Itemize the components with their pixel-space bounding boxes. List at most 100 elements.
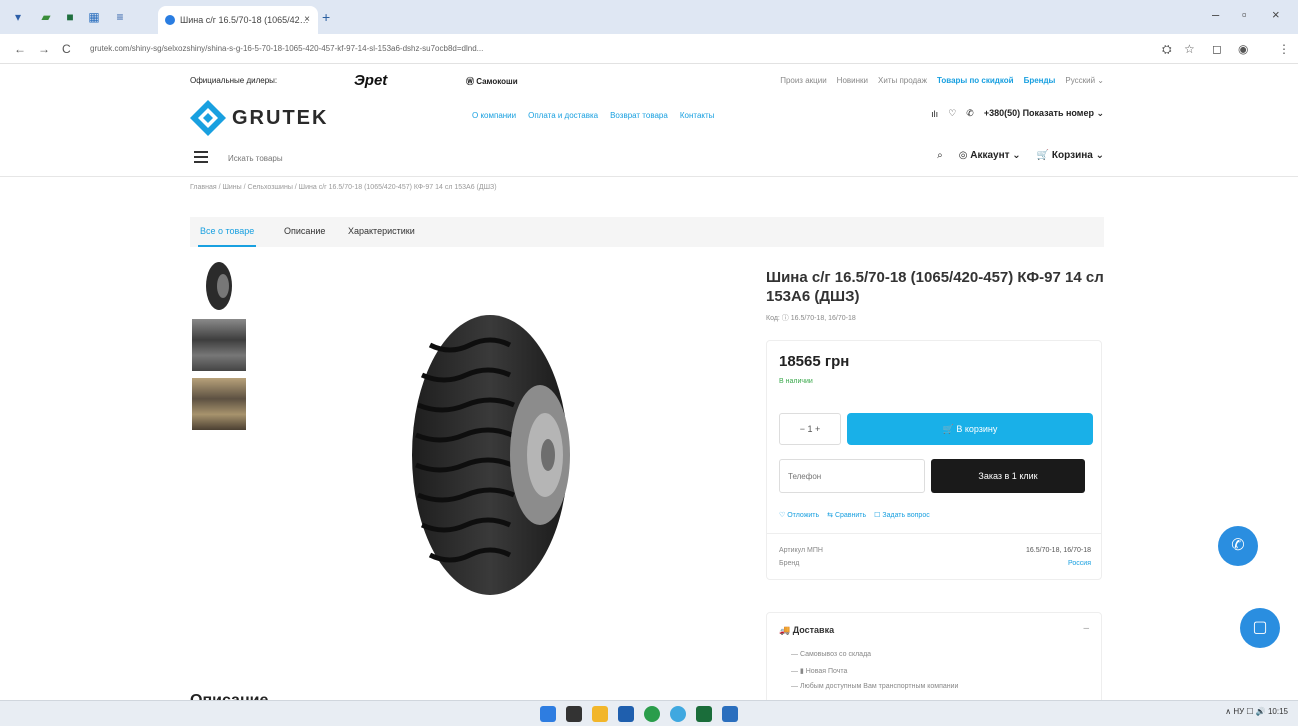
app-icon[interactable] — [696, 706, 712, 722]
app-icon[interactable] — [722, 706, 738, 722]
app-icon[interactable] — [618, 706, 634, 722]
minimize-icon[interactable]: – — [1212, 7, 1219, 22]
chat-fab-icon[interactable]: ▢ — [1240, 608, 1280, 648]
cart-label: Корзина ⌄ — [1051, 150, 1104, 161]
wishlist-icon[interactable]: ♡ — [948, 108, 956, 119]
extensions-icon[interactable]: ◻ — [1212, 42, 1222, 56]
search-row-actions: ⌕ ◎ Аккаунт ⌄ 🛒 Корзина ⌄ — [937, 150, 1104, 161]
call-fab-icon[interactable]: ✆ — [1218, 526, 1258, 566]
stock-status: В наличии — [779, 378, 813, 385]
url-field[interactable]: grutek.com/shiny-sg/selxozshiny/shina-s-… — [90, 39, 850, 59]
menu-item-contacts[interactable]: Контакты — [680, 111, 715, 120]
delivery-panel: 🚚 Доставка – — Самовывоз со склада — ▮ Н… — [766, 612, 1102, 712]
brand-link[interactable]: Россия — [1068, 560, 1091, 567]
collapse-icon[interactable]: – — [1083, 623, 1089, 634]
menu-item-about[interactable]: О компании — [472, 111, 516, 120]
search-taskbar-icon[interactable] — [566, 706, 582, 722]
app-icon[interactable]: ▦ — [86, 9, 102, 25]
quantity-stepper[interactable]: − 1 + — [779, 413, 841, 445]
gallery-thumbnail[interactable] — [192, 260, 246, 312]
menu-item-payment[interactable]: Оплата и доставка — [528, 111, 598, 120]
top-link[interactable]: Произ акции — [780, 76, 826, 85]
start-icon[interactable] — [540, 706, 556, 722]
product-tabs: Все о товаре Описание Характеристики — [190, 217, 1104, 247]
top-link-sale[interactable]: Товары по скидкой — [937, 76, 1014, 85]
top-link[interactable]: Новинки — [837, 76, 868, 85]
add-to-cart-button[interactable]: 🛒 В корзину — [847, 413, 1093, 445]
favicon-icon — [165, 15, 175, 25]
divider — [767, 533, 1101, 534]
bookmark-star-icon[interactable]: ☆ — [1184, 42, 1195, 56]
app-icon[interactable]: ■ — [62, 9, 78, 25]
tab-search-icon[interactable]: ≡ — [112, 9, 128, 25]
attr-value: 16.5/70-18, 16/70-18 — [1026, 547, 1091, 554]
attr-label: Бренд — [779, 560, 800, 567]
top-links: Произ акции Новинки Хиты продаж Товары п… — [780, 76, 1104, 85]
delivery-item: — ▮ Новая Почта — [791, 668, 848, 675]
gallery-thumbnail[interactable] — [192, 378, 246, 430]
tab-description[interactable]: Описание — [284, 226, 325, 236]
grutek-logo-icon[interactable] — [190, 100, 226, 136]
profile-icon[interactable]: ◉ — [1238, 42, 1248, 56]
menu-item-returns[interactable]: Возврат товара — [610, 111, 668, 120]
gallery-thumbnail[interactable] — [192, 319, 246, 371]
delivery-item: — Самовывоз со склада — [791, 651, 872, 658]
app-icon[interactable] — [670, 706, 686, 722]
restore-icon[interactable]: ▫ — [1242, 7, 1247, 22]
top-link[interactable]: Хиты продаж — [878, 76, 927, 85]
cart-icon: 🛒 — [942, 424, 957, 434]
system-tray[interactable]: ∧ НУ ☐ 🔊 10:15 — [1225, 707, 1288, 716]
dealer-logo[interactable]: Эpet — [354, 72, 387, 89]
show-phone-button[interactable]: +380(50) Показать номер ⌄ — [984, 108, 1104, 119]
cart-button[interactable]: 🛒 Корзина ⌄ — [1037, 150, 1104, 161]
catalog-menu-icon[interactable] — [194, 151, 208, 163]
language-select[interactable]: Русский ⌄ — [1065, 76, 1104, 85]
new-tab-button[interactable]: + — [322, 9, 330, 25]
tab-all[interactable]: Все о товаре — [197, 226, 257, 247]
reload-icon[interactable]: C — [62, 42, 71, 56]
back-icon[interactable]: ← — [14, 42, 26, 56]
close-window-icon[interactable]: × — [1272, 7, 1280, 22]
compare-icon[interactable]: ılı — [931, 109, 938, 119]
translate-icon[interactable]: ⛭ — [1162, 42, 1172, 57]
ask-question-link[interactable]: ☐ Задать вопрос — [874, 511, 930, 519]
search-row: ⌕ ◎ Аккаунт ⌄ 🛒 Корзина ⌄ — [190, 143, 1104, 173]
explorer-icon[interactable] — [592, 706, 608, 722]
search-icon[interactable]: ⌕ — [937, 150, 943, 161]
divider — [0, 176, 1298, 177]
product-code: Код: ⓘ 16.5/70-18, 16/70-18 — [766, 315, 856, 322]
more-icon[interactable]: ⋮ — [1278, 42, 1290, 56]
browser-tab-active[interactable]: Шина с/г 16.5/70-18 (1065/42… × — [158, 6, 318, 34]
top-link-brands[interactable]: Бренды — [1024, 76, 1056, 85]
tab-specs[interactable]: Характеристики — [348, 226, 415, 236]
site-header: GRUTEK О компании Оплата и доставка Возв… — [190, 98, 1104, 140]
one-click-order-button[interactable]: Заказ в 1 клик — [931, 459, 1085, 493]
address-bar-row: ← → C grutek.com/shiny-sg/selxozshiny/sh… — [0, 34, 1298, 64]
forward-icon[interactable]: → — [38, 42, 50, 56]
main-menu: О компании Оплата и доставка Возврат тов… — [472, 111, 714, 120]
os-taskbar: ∧ НУ ☐ 🔊 10:15 — [0, 700, 1298, 726]
delivery-title[interactable]: 🚚 Доставка — [779, 625, 834, 636]
product-price: 18565 грн — [779, 353, 850, 370]
dealers-label: Официальные дилеры: — [190, 76, 278, 85]
logo-text[interactable]: GRUTEK — [232, 107, 328, 130]
delivery-title-text: Доставка — [792, 625, 835, 635]
account-label: Аккаунт ⌄ — [970, 150, 1021, 161]
search-input[interactable] — [228, 150, 628, 166]
compare-link[interactable]: ⇆ Сравнить — [827, 511, 866, 519]
phone-field[interactable] — [779, 459, 925, 493]
product-image[interactable] — [400, 305, 580, 605]
delivery-item: — Любым доступным Вам транспортным компа… — [791, 683, 959, 690]
window-menu-icon[interactable]: ▾ — [10, 9, 26, 25]
dealers-row: Официальные дилеры: Эpet Ⓦ Самокоши Прои… — [190, 70, 1104, 92]
account-button[interactable]: ◎ Аккаунт ⌄ — [959, 150, 1021, 161]
breadcrumb[interactable]: Главная / Шины / Сельхозшины / Шина с/г … — [190, 184, 497, 191]
wishlist-link[interactable]: ♡ Отложить — [779, 511, 819, 519]
tab-title: Шина с/г 16.5/70-18 (1065/42… — [180, 15, 309, 25]
app-icon[interactable]: ▰ — [38, 9, 54, 25]
chrome-icon[interactable] — [644, 706, 660, 722]
tab-close-icon[interactable]: × — [304, 6, 310, 34]
header-actions: ılı ♡ ✆ +380(50) Показать номер ⌄ — [931, 108, 1104, 119]
dealer-logo[interactable]: Ⓦ Самокоши — [466, 76, 518, 87]
product-actions: ♡ Отложить ⇆ Сравнить ☐ Задать вопрос — [779, 511, 930, 519]
